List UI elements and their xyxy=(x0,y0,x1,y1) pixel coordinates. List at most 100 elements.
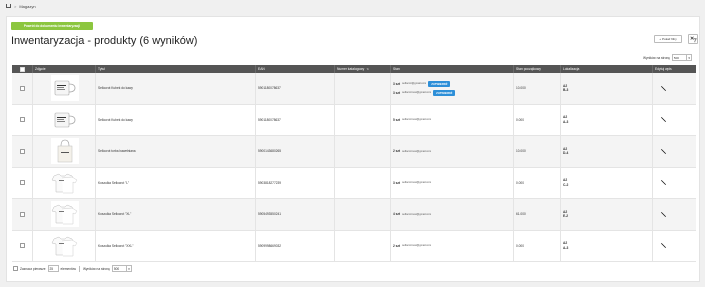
initial-stock-value: 61.000 xyxy=(516,212,526,217)
initial-stock-value: 10.000 xyxy=(516,149,526,154)
product-thumbnail[interactable] xyxy=(51,232,79,259)
col-title[interactable]: Tytuł xyxy=(95,65,255,73)
product-ean: 5909998669032 xyxy=(258,243,282,248)
row-title: Koszulka Sellocrot "XXL" xyxy=(95,230,255,261)
row-photo-cell xyxy=(32,136,95,167)
col-stock[interactable]: Stan xyxy=(390,65,513,73)
row-stock: 4 szt sellocrot.test@gmail.com xyxy=(390,199,513,230)
confirm-button[interactable]: ZATWIERDŹ xyxy=(433,89,456,96)
row-ean: 5901180078637 xyxy=(255,104,334,135)
stock-user-email: sellocrot.test@gmail.com xyxy=(402,244,432,248)
row-initial-stock: 10.000 xyxy=(513,73,560,104)
initial-stock-value: 0.000 xyxy=(516,180,524,185)
row-catalog xyxy=(334,104,390,135)
row-catalog xyxy=(334,73,390,104)
row-checkbox[interactable] xyxy=(19,180,25,186)
row-checkbox[interactable] xyxy=(19,117,25,123)
product-thumbnail[interactable] xyxy=(51,169,79,196)
product-thumbnail[interactable] xyxy=(51,138,79,165)
row-select-cell xyxy=(12,168,32,199)
pencil-icon[interactable] xyxy=(661,243,666,249)
row-checkbox[interactable] xyxy=(19,243,25,249)
filter-off-icon[interactable] xyxy=(688,34,698,44)
product-title: Koszulka Sellocrot "XL" xyxy=(98,212,132,217)
location-slot: A-3 xyxy=(563,245,569,250)
row-edit xyxy=(652,104,696,135)
row-checkbox[interactable] xyxy=(19,85,25,91)
main-card: Powrót do dokumentu inwentaryzacji Inwen… xyxy=(6,16,700,282)
table-footer: Zaznacz pierwsze 25 elementów Wyników na… xyxy=(13,265,132,272)
plus-icon: + xyxy=(659,37,662,41)
show-filters-button[interactable]: + Pokaż filtry xyxy=(654,35,682,43)
back-to-document-button[interactable]: Powrót do dokumentu inwentaryzacji xyxy=(11,22,93,30)
row-photo-cell xyxy=(32,104,95,135)
row-photo-cell xyxy=(32,199,95,230)
pencil-icon[interactable] xyxy=(661,85,666,91)
product-ean: 5901180078637 xyxy=(258,86,281,91)
page-title: Inwentaryzacja - produkty (6 wyników) xyxy=(11,35,198,47)
chevron-down-icon: ▾ xyxy=(126,266,130,271)
home-icon[interactable] xyxy=(6,4,11,8)
breadcrumb-separator: > xyxy=(14,3,17,9)
confirm-button[interactable]: ZATWIERDŹ xyxy=(428,80,451,87)
stock-user-email: sellocrot.test@gmail.com xyxy=(402,149,432,153)
pencil-icon[interactable] xyxy=(661,117,666,123)
stock-entry: 3 szt sellocrot@gmail.com ZATWIERDŹ xyxy=(393,80,451,87)
stock-qty: 4 szt xyxy=(393,212,401,217)
col-photo[interactable]: Zdjęcie xyxy=(32,65,95,73)
row-ean: 5901180078637 xyxy=(255,73,334,104)
product-title: Koszulka Sellocrot "XXL" xyxy=(98,243,134,248)
select-first-input[interactable]: 25 xyxy=(47,265,59,272)
row-initial-stock: 0.000 xyxy=(513,104,560,135)
select-all-checkbox[interactable] xyxy=(19,66,25,72)
stock-qty: 2 szt xyxy=(393,243,401,248)
table-header: Zdjęcie Tytuł EAN Numer katalogowy ⇅ Sta… xyxy=(12,65,696,73)
row-select-cell xyxy=(12,231,32,262)
row-catalog xyxy=(334,136,390,167)
row-title: Sellocrot Kubek do kawy xyxy=(95,73,255,104)
initial-stock-value: 0.000 xyxy=(516,117,524,122)
row-checkbox[interactable] xyxy=(19,148,25,154)
per-page-select[interactable]: 500 ▾ xyxy=(671,54,692,61)
initial-stock-value: 10.000 xyxy=(516,86,526,91)
product-thumbnail[interactable] xyxy=(51,106,79,133)
row-stock: 2 szt sellocrot.test@gmail.com xyxy=(390,136,513,167)
footer-per-page-value: 500 xyxy=(113,266,120,271)
breadcrumb-current[interactable]: Magazyn xyxy=(19,4,35,9)
stock-user-email: sellocrot.test@gmail.com xyxy=(402,212,432,216)
stock-user-email: sellocrot@gmail.com xyxy=(402,82,427,86)
row-title: Sellocrot Kubek do kawy xyxy=(95,104,255,135)
product-thumbnail[interactable] xyxy=(51,201,79,228)
row-initial-stock: 0.000 xyxy=(513,230,560,261)
stock-entry: 5 szt sellocrot.test@gmail.com xyxy=(393,118,431,122)
col-catalog-label: Numer katalogowy xyxy=(337,67,365,71)
row-checkbox[interactable] xyxy=(19,211,25,217)
col-catalog[interactable]: Numer katalogowy ⇅ xyxy=(334,65,390,73)
pencil-icon[interactable] xyxy=(661,180,666,186)
stock-qty: 5 szt xyxy=(393,117,401,122)
product-title: Sellocrot Kubek do kawy xyxy=(98,117,133,122)
pencil-icon[interactable] xyxy=(661,148,666,154)
table-row: Koszulka Sellocrot "L" 5903818277239 3 szt… xyxy=(12,167,696,199)
location-slot: A-3 xyxy=(563,119,569,124)
row-location: A2 A-3 xyxy=(560,104,652,135)
product-title: Sellocrot torba bawełniana xyxy=(98,149,136,154)
row-select-cell xyxy=(12,136,32,167)
stock-entry: 2 szt sellocrot.test@gmail.com xyxy=(393,149,431,153)
table-row: Koszulka Sellocrot "XL" 5905493550241 4 sz… xyxy=(12,199,696,231)
select-first-checkbox[interactable] xyxy=(13,266,18,271)
stock-qty: 3 szt xyxy=(393,180,401,185)
row-ean: 5905493550241 xyxy=(255,199,334,230)
col-edit: Edytuj wpis xyxy=(652,65,696,73)
row-stock: 3 szt sellocrot.test@gmail.com xyxy=(390,167,513,198)
product-thumbnail[interactable] xyxy=(51,75,79,102)
col-initial[interactable]: Stan początkowy xyxy=(513,65,560,73)
col-location[interactable]: Lokalizacja xyxy=(560,65,652,73)
col-ean[interactable]: EAN xyxy=(255,65,334,73)
location-slot: B-3 xyxy=(563,88,569,93)
footer-per-page-select[interactable]: 500 ▾ xyxy=(111,265,132,272)
row-location: A2 C-2 xyxy=(560,167,652,198)
row-initial-stock: 61.000 xyxy=(513,199,560,230)
row-stock: 5 szt sellocrot.test@gmail.com xyxy=(390,104,513,135)
pencil-icon[interactable] xyxy=(661,211,666,217)
